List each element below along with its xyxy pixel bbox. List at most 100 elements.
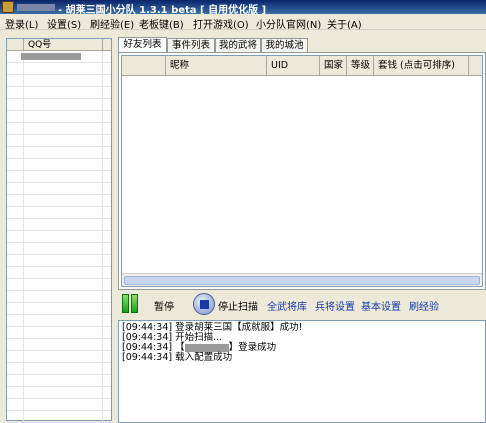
troop-settings-link[interactable]: 兵将设置	[315, 298, 355, 313]
all-generals-link[interactable]: 全武将库	[267, 298, 307, 313]
tab-friends[interactable]: 好友列表	[118, 37, 167, 53]
column-header-money-sortable[interactable]: 套钱 (点击可排序)	[374, 56, 469, 76]
qq-row-check-cell[interactable]	[7, 399, 24, 410]
qq-list-row[interactable]	[7, 267, 111, 279]
qq-row-check-cell[interactable]	[7, 75, 24, 86]
qq-list-row[interactable]	[7, 123, 111, 135]
qq-row-check-cell[interactable]	[7, 387, 24, 398]
qq-row-check-cell[interactable]	[7, 351, 24, 362]
qq-list-row[interactable]	[7, 291, 111, 303]
qq-row-number-cell[interactable]	[25, 399, 103, 410]
menu-settings[interactable]: 设置(S)	[47, 16, 81, 31]
qq-row-number-cell[interactable]	[25, 255, 103, 266]
qq-list-row[interactable]	[7, 63, 111, 75]
menu-website[interactable]: 小分队官网(N)	[256, 16, 321, 31]
qq-row-check-cell[interactable]	[7, 339, 24, 350]
qq-row-number-cell[interactable]	[25, 387, 103, 398]
qq-row-number-cell[interactable]	[25, 231, 103, 242]
qq-row-number-cell[interactable]	[25, 351, 103, 362]
friends-grid[interactable]: 昵称 UID 国家 等级 套钱 (点击可排序)	[121, 55, 483, 287]
column-header-select[interactable]	[122, 56, 166, 76]
column-header-country[interactable]: 国家	[320, 56, 347, 76]
qq-list-row[interactable]	[7, 219, 111, 231]
qq-row-number-cell[interactable]	[25, 75, 103, 86]
qq-row-check-cell[interactable]	[7, 159, 24, 170]
tab-events[interactable]: 事件列表	[167, 38, 215, 52]
qq-row-number-cell[interactable]	[25, 135, 103, 146]
qq-row-number-cell[interactable]	[25, 303, 103, 314]
qq-row-check-cell[interactable]	[7, 171, 24, 182]
qq-list-row[interactable]	[7, 327, 111, 339]
basic-settings-link[interactable]: 基本设置	[361, 298, 401, 313]
qq-row-check-cell[interactable]	[7, 291, 24, 302]
qq-row-check-cell[interactable]	[7, 267, 24, 278]
qq-row-number-cell[interactable]	[25, 195, 103, 206]
qq-list-row[interactable]	[7, 243, 111, 255]
qq-row-number-cell[interactable]	[25, 87, 103, 98]
qq-list-row[interactable]	[7, 51, 111, 63]
qq-list-row[interactable]	[7, 279, 111, 291]
qq-row-number-cell[interactable]	[25, 375, 103, 386]
qq-row-check-cell[interactable]	[7, 315, 24, 326]
qq-row-number-cell[interactable]	[25, 111, 103, 122]
qq-list-row[interactable]	[7, 111, 111, 123]
qq-row-check-cell[interactable]	[7, 411, 24, 422]
qq-header-check-column[interactable]	[7, 39, 24, 51]
qq-list-row[interactable]	[7, 195, 111, 207]
grind-exp-link[interactable]: 刷经验	[409, 298, 439, 313]
qq-list-row[interactable]	[7, 303, 111, 315]
horizontal-scrollbar[interactable]	[122, 273, 482, 286]
qq-row-check-cell[interactable]	[7, 363, 24, 374]
qq-row-check-cell[interactable]	[7, 279, 24, 290]
qq-row-number-cell[interactable]	[25, 123, 103, 134]
qq-account-list[interactable]: QQ号	[6, 38, 112, 423]
qq-list-row[interactable]	[7, 75, 111, 87]
qq-row-number-cell[interactable]	[25, 171, 103, 182]
qq-row-check-cell[interactable]	[7, 99, 24, 110]
qq-list-row[interactable]	[7, 315, 111, 327]
tab-generals[interactable]: 我的武将	[215, 38, 261, 52]
qq-row-check-cell[interactable]	[7, 183, 24, 194]
qq-list-row[interactable]	[7, 159, 111, 171]
qq-list-row[interactable]	[7, 147, 111, 159]
menu-grind-exp[interactable]: 刷经验(E)	[90, 16, 134, 31]
qq-row-check-cell[interactable]	[7, 243, 24, 254]
qq-row-check-cell[interactable]	[7, 207, 24, 218]
qq-header-label[interactable]: QQ号	[25, 39, 103, 51]
tab-cities[interactable]: 我的城池	[261, 38, 308, 52]
column-header-nickname[interactable]: 昵称	[166, 56, 267, 76]
qq-list-row[interactable]	[7, 207, 111, 219]
qq-row-check-cell[interactable]	[7, 303, 24, 314]
qq-row-number-cell[interactable]	[25, 183, 103, 194]
qq-list-row[interactable]	[7, 375, 111, 387]
column-header-level[interactable]: 等级	[347, 56, 374, 76]
stop-icon[interactable]	[193, 293, 215, 315]
qq-list-row[interactable]	[7, 363, 111, 375]
qq-row-number-cell[interactable]	[25, 411, 103, 422]
qq-row-check-cell[interactable]	[7, 327, 24, 338]
qq-row-number-cell[interactable]	[25, 267, 103, 278]
qq-row-number-cell[interactable]	[25, 315, 103, 326]
log-panel[interactable]: [09:44:34] 登录胡莱三国【成就服】成功! [09:44:34] 开始扫…	[118, 320, 486, 423]
qq-list-row[interactable]	[7, 411, 111, 423]
qq-row-number-cell[interactable]	[25, 339, 103, 350]
qq-row-check-cell[interactable]	[7, 63, 24, 74]
qq-list-row[interactable]	[7, 351, 111, 363]
qq-row-check-cell[interactable]	[7, 87, 24, 98]
qq-list-row[interactable]	[7, 87, 111, 99]
qq-row-check-cell[interactable]	[7, 195, 24, 206]
qq-row-check-cell[interactable]	[7, 123, 24, 134]
qq-row-check-cell[interactable]	[7, 135, 24, 146]
qq-row-number-cell[interactable]	[25, 159, 103, 170]
qq-row-number-cell[interactable]	[25, 243, 103, 254]
qq-list-row[interactable]	[7, 171, 111, 183]
qq-row-number-cell[interactable]	[25, 207, 103, 218]
stop-scan-button[interactable]: 停止扫描	[218, 298, 258, 313]
qq-list-row[interactable]	[7, 339, 111, 351]
qq-list-row[interactable]	[7, 231, 111, 243]
qq-row-check-cell[interactable]	[7, 231, 24, 242]
qq-row-number-cell[interactable]	[25, 99, 103, 110]
qq-row-number-cell[interactable]	[25, 219, 103, 230]
qq-list-row[interactable]	[7, 399, 111, 411]
menu-boss-key[interactable]: 老板键(B)	[139, 16, 184, 31]
